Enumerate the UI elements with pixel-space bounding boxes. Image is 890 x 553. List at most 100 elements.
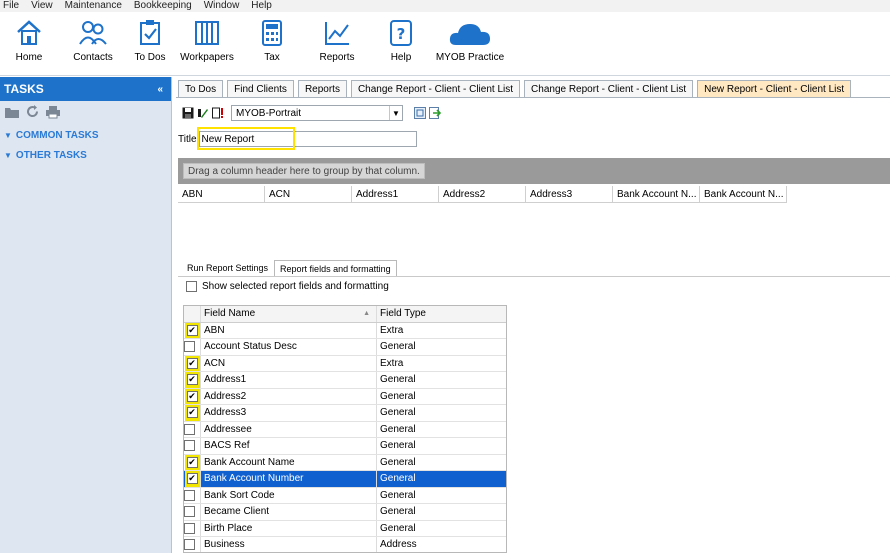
grid-header-field-name[interactable]: Field Name ▲ [201,306,377,322]
tasks-toolbar [0,101,171,125]
field-type-cell: General [380,407,416,419]
row-checkbox-cell [184,487,201,503]
row-checkbox-cell: ✔ [184,471,201,487]
table-row[interactable]: Birth Place General [184,520,506,537]
ribbon-myob-practice-button[interactable]: MYOB Practice [430,12,510,76]
home-icon [14,16,44,50]
row-checkbox[interactable]: ✔ [186,390,198,402]
sort-ascending-icon: ▲ [363,310,370,318]
open-folder-icon[interactable] [4,105,20,122]
row-checkbox[interactable] [184,440,195,452]
field-type-cell: Address [380,539,417,551]
row-checkbox[interactable] [184,522,195,534]
table-row[interactable]: ✔ ABN Extra [184,322,506,339]
table-row[interactable]: Account Status Desc General [184,339,506,356]
row-checkbox[interactable] [184,423,195,435]
print-icon[interactable] [45,105,61,122]
menu-bookkeeping[interactable]: Bookkeeping [134,1,192,11]
show-selected-checkbox-row[interactable]: Show selected report fields and formatti… [186,281,389,292]
ribbon-reports-button[interactable]: Reports [302,12,372,76]
menu-file[interactable]: File [3,1,19,11]
todos-icon [135,16,165,50]
table-row[interactable]: ✔ Address2 General [184,388,506,405]
row-checkbox[interactable]: ✔ [186,473,198,485]
field-type-cell: General [380,456,416,468]
export-icon[interactable] [429,107,442,119]
show-selected-checkbox[interactable] [186,281,197,292]
table-row[interactable]: ✔ Address3 General [184,405,506,422]
column-header-bank-account-number[interactable]: Bank Account N... [700,186,787,202]
row-checkbox[interactable]: ✔ [186,456,198,468]
ribbon-help-button[interactable]: ? Help [372,12,430,76]
ribbon-home-button[interactable]: Home [0,12,58,76]
row-checkbox[interactable]: ✔ [186,374,198,386]
ribbon-workpapers-button[interactable]: Workpapers [172,12,242,76]
field-type-cell: General [380,506,416,518]
column-header-acn[interactable]: ACN [265,186,352,202]
column-header-address2[interactable]: Address2 [439,186,526,202]
report-toolbar: MYOB-Portrait ▼ [182,104,442,122]
field-type-cell: Extra [380,357,404,369]
field-type-cell: General [380,341,416,353]
tab-change-report-2[interactable]: Change Report - Client - Client List [524,80,694,97]
grid-body: ✔ ABN Extra Account Status Desc General ✔ ACN E… [184,322,506,552]
table-row[interactable]: Business Address [184,537,506,552]
menu-view[interactable]: View [31,1,53,11]
row-checkbox[interactable]: ✔ [186,407,198,419]
table-row[interactable]: Bank Sort Code General [184,487,506,504]
grid-header-field-type[interactable]: Field Type [377,306,506,322]
field-name-cell: Business [201,537,377,552]
table-row[interactable]: Became Client General [184,504,506,521]
subtab-divider [178,276,890,277]
tab-new-report[interactable]: New Report - Client - Client List [697,80,852,97]
ribbon-contacts-button[interactable]: Contacts [58,12,128,76]
ribbon-tax-button[interactable]: Tax [242,12,302,76]
row-checkbox-cell: ✔ [184,355,201,371]
common-tasks-link[interactable]: ▼ COMMON TASKS [0,125,171,145]
row-checkbox[interactable]: ✔ [186,324,198,336]
tab-reports[interactable]: Reports [297,80,347,97]
tab-find-clients[interactable]: Find Clients [227,80,294,97]
menu-window[interactable]: Window [204,1,240,11]
row-checkbox[interactable] [184,489,195,501]
column-header-address1[interactable]: Address1 [352,186,439,202]
fields-grid: Field Name ▲ Field Type ✔ ABN Extra Account… [183,305,507,553]
copy-icon[interactable] [414,107,426,119]
column-header-address3[interactable]: Address3 [526,186,613,202]
run-report-icon[interactable] [212,107,224,119]
title-highlight [197,127,295,150]
refresh-icon[interactable] [25,104,40,122]
row-checkbox[interactable] [184,506,195,518]
group-by-panel[interactable]: Drag a column header here to group by th… [178,158,890,184]
row-checkbox[interactable] [184,341,195,353]
row-checkbox-cell [184,504,201,520]
table-row[interactable]: ✔ Bank Account Name General [184,454,506,471]
ribbon-contacts-label: Contacts [73,52,113,63]
table-row[interactable]: ✔ Address1 General [184,372,506,389]
save-icon[interactable] [182,107,194,119]
table-row[interactable]: Addressee General [184,421,506,438]
table-row[interactable]: BACS Ref General [184,438,506,455]
column-header-bank-account-name[interactable]: Bank Account N... [613,186,700,202]
chevron-down-icon[interactable]: ▼ [389,106,402,120]
menu-maintenance[interactable]: Maintenance [65,1,122,11]
field-name-cell: ABN [201,322,377,338]
template-select[interactable]: MYOB-Portrait ▼ [231,105,403,121]
tab-run-report-settings[interactable]: Run Report Settings [181,260,274,276]
column-header-abn[interactable]: ABN [178,186,265,202]
cloud-icon [446,16,494,50]
field-type-cell: General [380,423,416,435]
tab-change-report-1[interactable]: Change Report - Client - Client List [350,80,521,97]
edit-icon[interactable] [197,107,209,119]
row-checkbox[interactable]: ✔ [186,357,198,369]
table-row[interactable]: ✔ ACN Extra [184,355,506,372]
menu-help[interactable]: Help [251,1,272,11]
ribbon-help-label: Help [390,52,412,63]
table-row[interactable]: ✔ Bank Account Number General [184,471,506,488]
row-checkbox[interactable] [184,539,195,551]
tab-to-dos[interactable]: To Dos [178,80,224,97]
tab-report-fields[interactable]: Report fields and formatting [274,260,397,276]
other-tasks-link[interactable]: ▼ OTHER TASKS [0,145,171,165]
ribbon-todos-button[interactable]: To Dos [128,12,172,76]
collapse-icon[interactable]: « [157,84,163,95]
